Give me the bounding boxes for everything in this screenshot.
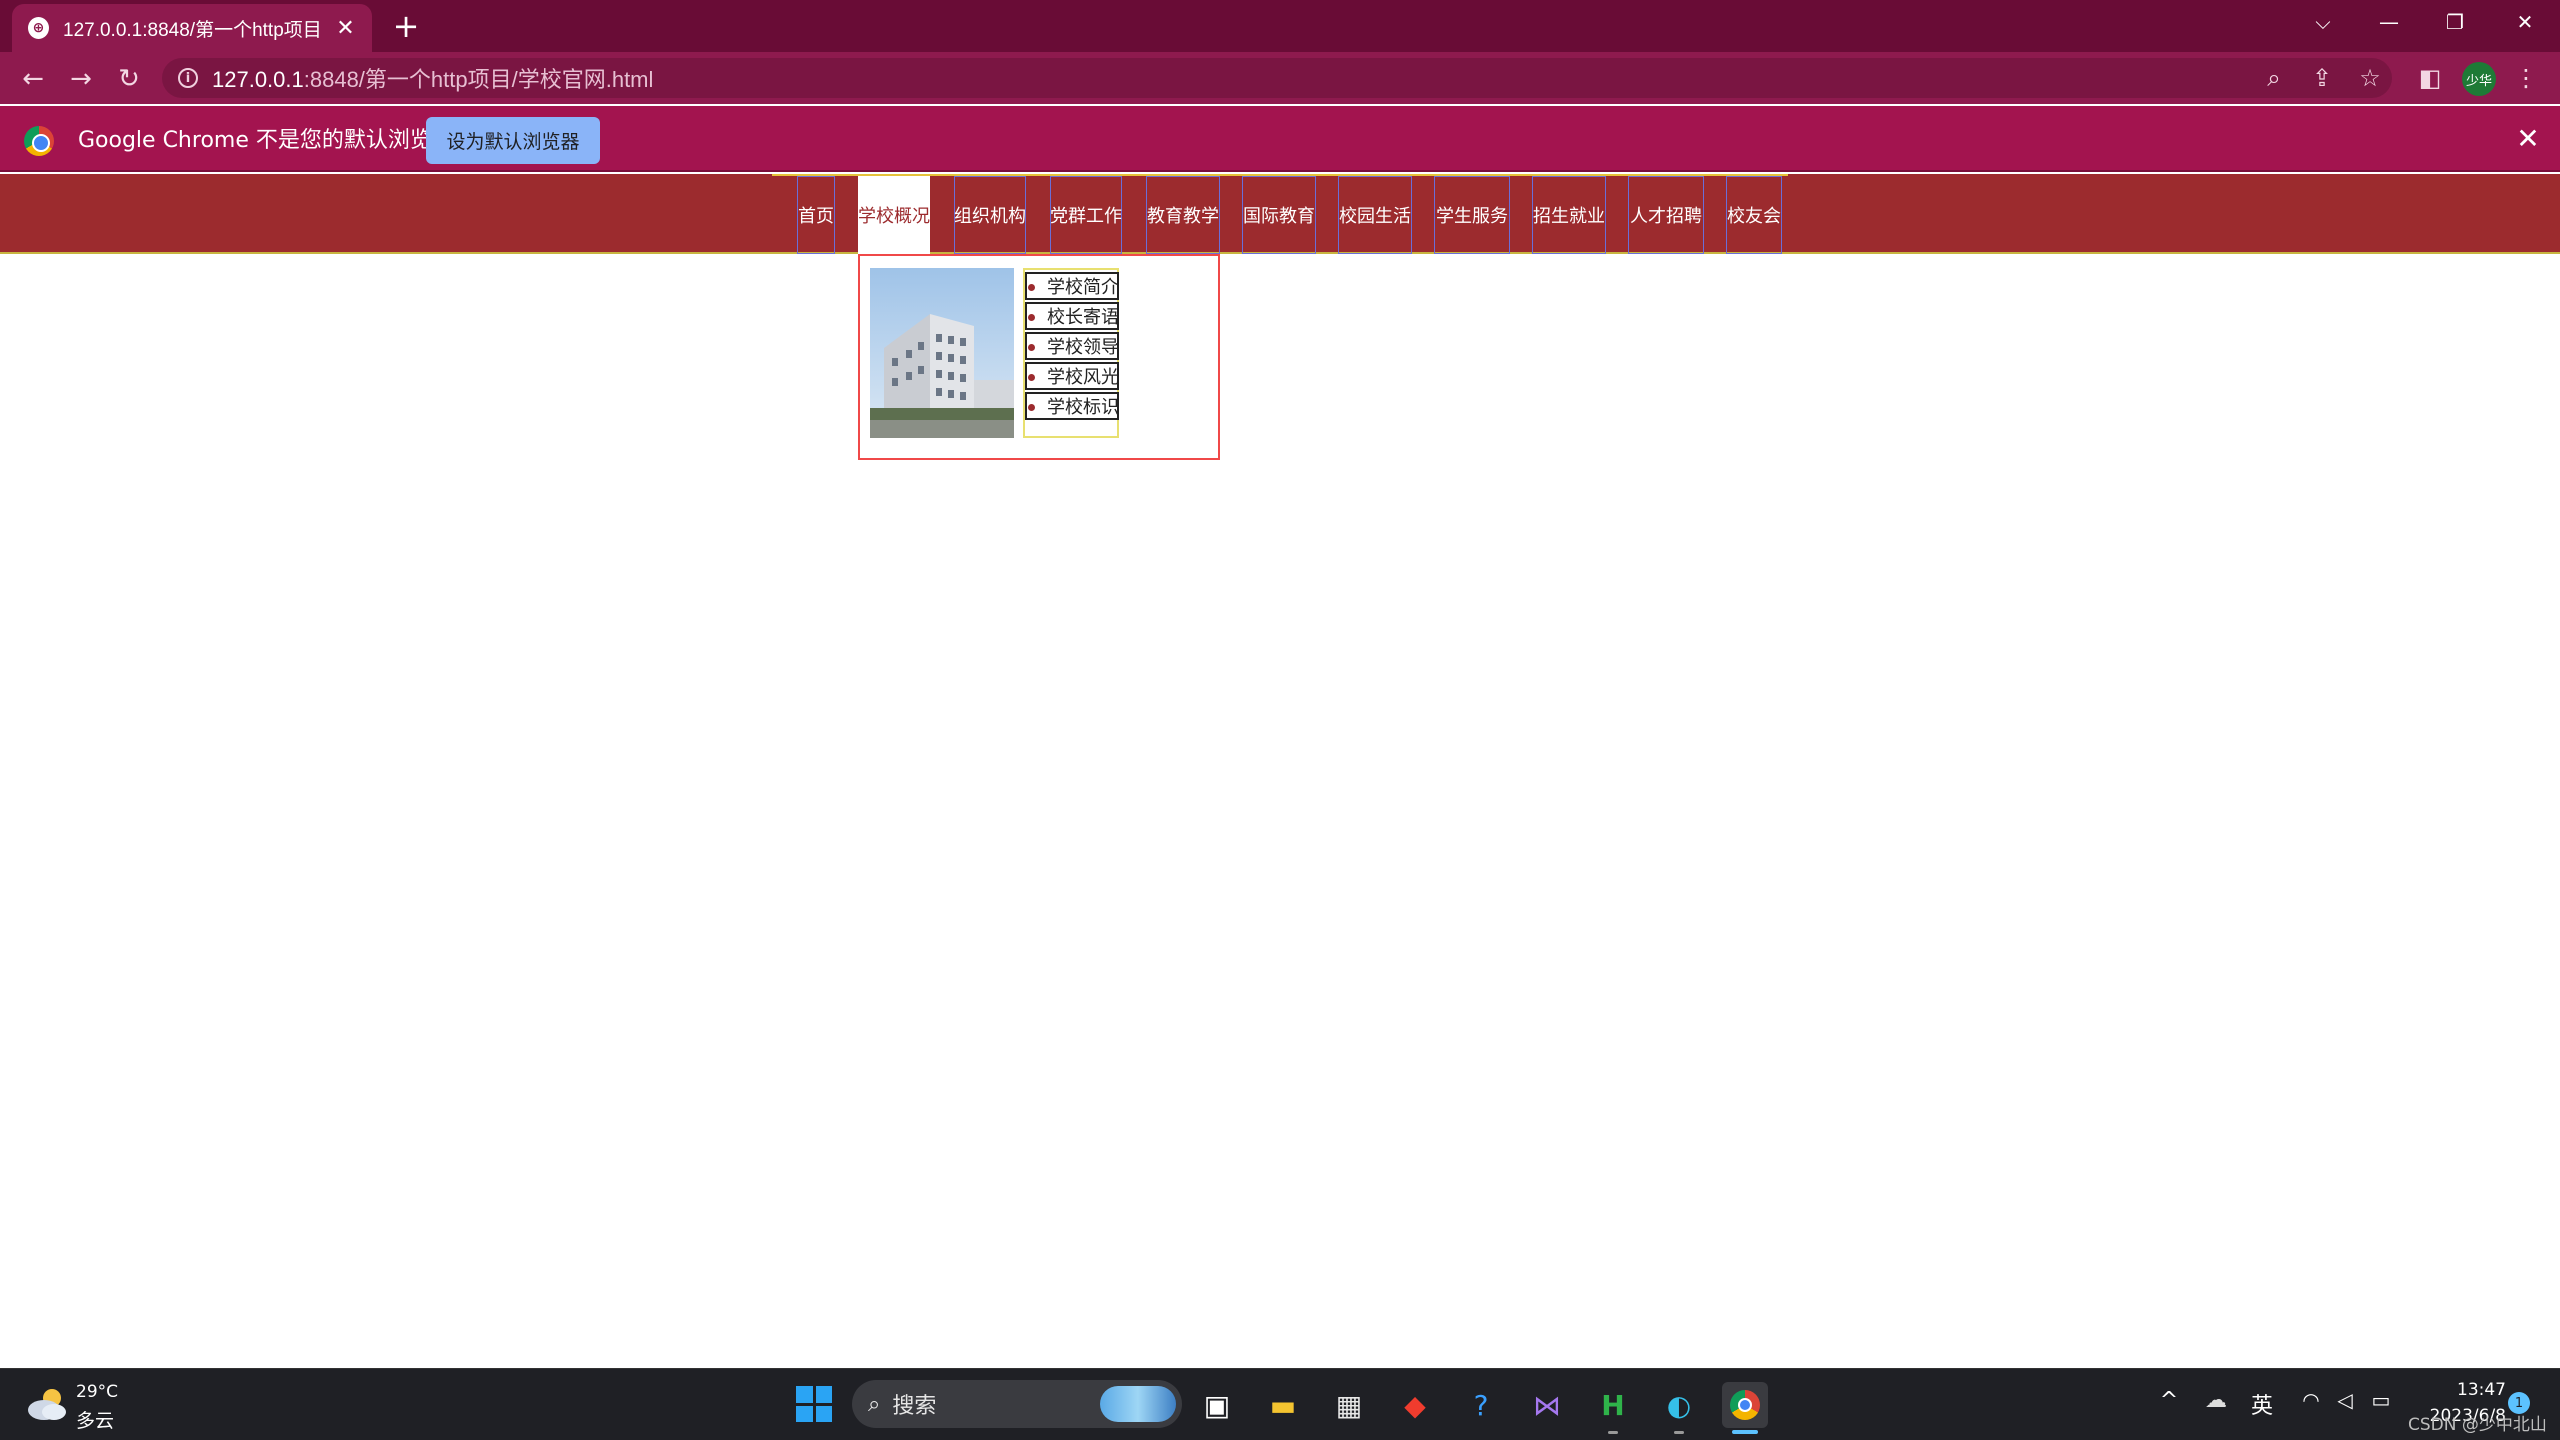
back-arrow-icon[interactable]: ← (16, 62, 50, 96)
help-app-icon[interactable]: ? (1458, 1382, 1504, 1428)
restore-button[interactable]: ❐ (2420, 0, 2490, 44)
weather-temperature: 29°C (76, 1382, 119, 1402)
tab-title: 127.0.0.1:8848/第一个http项目/学校官网.html (63, 19, 321, 41)
kebab-menu-icon[interactable]: ⋮ (2508, 60, 2544, 96)
nav-item-international[interactable]: 国际教育 (1242, 176, 1316, 254)
bookmark-star-icon[interactable]: ☆ (2352, 60, 2388, 96)
nav-item-campus-life[interactable]: 校园生活 (1338, 176, 1412, 254)
volume-icon[interactable]: ◁ (2330, 1388, 2360, 1412)
nav-item-alumni[interactable]: 校友会 (1726, 176, 1782, 254)
taskbar-search[interactable]: ⌕ 搜索 (852, 1380, 1182, 1428)
nav-item-recruitment[interactable]: 人才招聘 (1628, 176, 1704, 254)
tab-strip (0, 0, 2560, 52)
submenu-item-school-scenery[interactable]: 学校风光 (1025, 362, 1119, 390)
file-explorer-icon[interactable]: ▬ (1260, 1382, 1306, 1428)
set-default-browser-button[interactable]: 设为默认浏览器 (426, 117, 600, 164)
wifi-icon[interactable]: ◠ (2296, 1388, 2326, 1412)
onedrive-error-icon[interactable]: ☁ (2200, 1388, 2232, 1413)
tab-search-button[interactable]: ⌵ (2288, 0, 2358, 44)
reload-icon[interactable]: ↻ (112, 62, 146, 96)
clock-time[interactable]: 13:47 (2426, 1380, 2506, 1400)
school-overview-submenu: 学校简介 校长寄语 学校领导 学校风光 学校标识 (1023, 268, 1119, 438)
ime-indicator[interactable]: 英 (2246, 1388, 2278, 1420)
side-panel-icon[interactable]: ◧ (2412, 60, 2448, 96)
infobar-message: Google Chrome 不是您的默认浏览器 (78, 128, 454, 153)
share-icon[interactable]: ⇪ (2304, 60, 2340, 96)
tab-close-button[interactable]: ✕ (335, 16, 356, 41)
search-icon: ⌕ (868, 1391, 881, 1417)
search-label: 搜索 (892, 1394, 937, 1419)
chrome-logo-icon (1730, 1390, 1760, 1420)
submenu-item-school-leaders[interactable]: 学校领导 (1025, 332, 1119, 360)
campus-building-photo (870, 268, 1014, 438)
nav-item-school-overview[interactable]: 学校概况 (858, 176, 930, 254)
new-tab-button[interactable]: + (388, 8, 424, 44)
site-info-icon[interactable]: i (178, 68, 198, 88)
search-highlight-art (1100, 1386, 1176, 1422)
edge-browser-icon[interactable]: ◐ (1656, 1382, 1702, 1434)
cloudy-weather-icon[interactable] (26, 1386, 68, 1422)
nav-item-student-services[interactable]: 学生服务 (1434, 176, 1510, 254)
forward-arrow-icon[interactable]: → (64, 62, 98, 96)
visual-studio-icon[interactable]: ⋈ (1524, 1382, 1570, 1428)
minimize-button[interactable]: — (2354, 0, 2424, 44)
nav-item-education[interactable]: 教育教学 (1146, 176, 1220, 254)
nav-item-home[interactable]: 首页 (797, 176, 835, 254)
submenu-item-school-logo[interactable]: 学校标识 (1025, 392, 1119, 420)
battery-icon[interactable]: ▭ (2366, 1388, 2396, 1412)
chrome-logo-icon (24, 126, 54, 156)
chrome-taskbar-icon[interactable] (1722, 1382, 1768, 1434)
browser-tab[interactable]: ⊕ 127.0.0.1:8848/第一个http项目/学校官网.html ✕ (12, 4, 372, 52)
nav-item-organization[interactable]: 组织机构 (954, 176, 1026, 254)
globe-icon: ⊕ (28, 17, 50, 39)
tray-chevron-up-icon[interactable]: ^ (2154, 1388, 2184, 1413)
hbuilderx-icon[interactable]: H (1590, 1382, 1636, 1434)
profile-avatar[interactable]: 少华 (2462, 62, 2496, 96)
csdn-watermark: CSDN @少中北山 (2408, 1415, 2547, 1435)
nav-item-party-work[interactable]: 党群工作 (1050, 176, 1122, 254)
submenu-item-president-message[interactable]: 校长寄语 (1025, 302, 1119, 330)
address-bar[interactable]: i 127.0.0.1:8848/第一个http项目/学校官网.html (162, 58, 2392, 98)
windows-start-icon[interactable] (796, 1386, 832, 1422)
task-view-icon[interactable]: ▣ (1194, 1382, 1240, 1428)
infobar-close-icon[interactable]: ✕ (2510, 122, 2546, 155)
microsoft-store-icon[interactable]: ▦ (1326, 1382, 1372, 1428)
weather-description: 多云 (76, 1410, 115, 1432)
window-close-button[interactable]: ✕ (2490, 0, 2560, 44)
submenu-item-school-intro[interactable]: 学校简介 (1025, 272, 1119, 300)
nav-item-admissions[interactable]: 招生就业 (1532, 176, 1606, 254)
diamond-app-icon[interactable]: ◆ (1392, 1382, 1438, 1428)
zoom-icon[interactable]: ⌕ (2256, 60, 2292, 96)
url-text: 127.0.0.1:8848/第一个http项目/学校官网.html (212, 67, 654, 92)
